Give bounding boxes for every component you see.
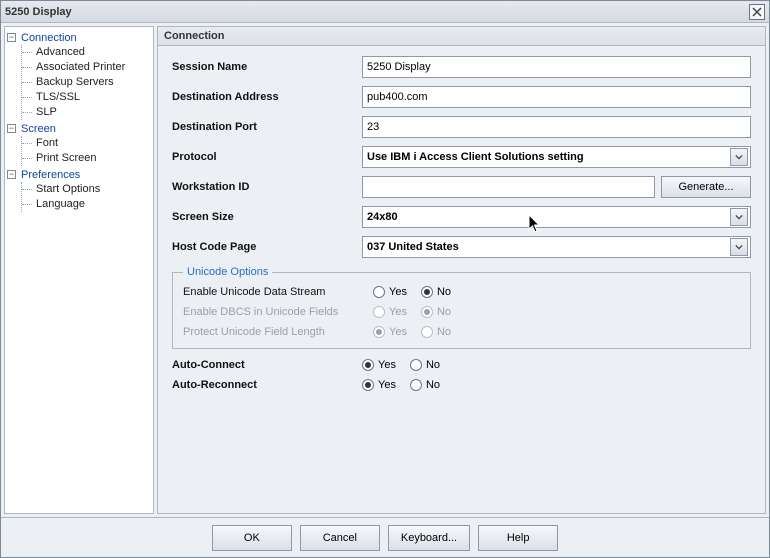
tree-item-connection[interactable]: Connection bbox=[21, 31, 77, 45]
chevron-down-icon bbox=[730, 238, 748, 256]
radio-enable-dbcs-no: No bbox=[421, 306, 451, 318]
dialog-footer: OK Cancel Keyboard... Help bbox=[1, 517, 769, 557]
help-button[interactable]: Help bbox=[478, 525, 558, 551]
close-icon bbox=[752, 7, 762, 17]
tree-item-backup-servers[interactable]: Backup Servers bbox=[22, 75, 151, 90]
radio-group-enable-unicode-stream: Yes No bbox=[373, 286, 451, 298]
nav-tree: − Connection Advanced Associated Printer… bbox=[7, 31, 151, 212]
radio-protect-unicode-length-no: No bbox=[421, 326, 451, 338]
tree-item-advanced[interactable]: Advanced bbox=[22, 45, 151, 60]
host-code-page-select-value: 037 United States bbox=[367, 241, 459, 253]
label-enable-dbcs: Enable DBCS in Unicode Fields bbox=[183, 306, 373, 318]
main-panel: Connection Session Name Destination Addr… bbox=[157, 26, 766, 514]
label-protocol: Protocol bbox=[172, 151, 362, 163]
label-destination-address: Destination Address bbox=[172, 91, 362, 103]
unicode-options-legend: Unicode Options bbox=[183, 266, 272, 278]
titlebar: 5250 Display bbox=[1, 1, 769, 23]
host-code-page-select[interactable]: 037 United States bbox=[362, 236, 751, 258]
tree-item-print-screen[interactable]: Print Screen bbox=[22, 151, 151, 166]
tree-item-language[interactable]: Language bbox=[22, 197, 151, 212]
radio-group-enable-dbcs: Yes No bbox=[373, 306, 451, 318]
tree-item-screen[interactable]: Screen bbox=[21, 122, 56, 136]
generate-button[interactable]: Generate... bbox=[661, 176, 751, 198]
radio-auto-reconnect-yes[interactable]: Yes bbox=[362, 379, 396, 391]
radio-enable-dbcs-yes: Yes bbox=[373, 306, 407, 318]
dialog-window: 5250 Display − Connection Advanced Assoc… bbox=[0, 0, 770, 558]
tree-item-preferences[interactable]: Preferences bbox=[21, 168, 80, 182]
radio-auto-reconnect-no[interactable]: No bbox=[410, 379, 440, 391]
ok-button[interactable]: OK bbox=[212, 525, 292, 551]
cancel-button[interactable]: Cancel bbox=[300, 525, 380, 551]
label-host-code-page: Host Code Page bbox=[172, 241, 362, 253]
label-enable-unicode-stream: Enable Unicode Data Stream bbox=[183, 286, 373, 298]
protocol-select[interactable]: Use IBM i Access Client Solutions settin… bbox=[362, 146, 751, 168]
radio-auto-connect-no[interactable]: No bbox=[410, 359, 440, 371]
tree-item-start-options[interactable]: Start Options bbox=[22, 182, 151, 197]
nav-tree-panel: − Connection Advanced Associated Printer… bbox=[4, 26, 154, 514]
workstation-id-input[interactable] bbox=[362, 176, 655, 198]
label-session-name: Session Name bbox=[172, 61, 362, 73]
chevron-down-icon bbox=[730, 208, 748, 226]
screen-size-select-value: 24x80 bbox=[367, 211, 398, 223]
label-protect-unicode-length: Protect Unicode Field Length bbox=[183, 326, 373, 338]
radio-protect-unicode-length-yes: Yes bbox=[373, 326, 407, 338]
radio-enable-unicode-stream-yes[interactable]: Yes bbox=[373, 286, 407, 298]
tree-item-associated-printer[interactable]: Associated Printer bbox=[22, 60, 151, 75]
chevron-down-icon bbox=[730, 148, 748, 166]
panel-header: Connection bbox=[158, 27, 765, 46]
session-name-input[interactable] bbox=[362, 56, 751, 78]
tree-toggle-screen[interactable]: − bbox=[7, 124, 16, 133]
tree-toggle-connection[interactable]: − bbox=[7, 33, 16, 42]
window-title: 5250 Display bbox=[5, 6, 72, 18]
keyboard-button[interactable]: Keyboard... bbox=[388, 525, 470, 551]
radio-group-protect-unicode-length: Yes No bbox=[373, 326, 451, 338]
label-auto-reconnect: Auto-Reconnect bbox=[172, 379, 362, 391]
destination-port-input[interactable] bbox=[362, 116, 751, 138]
tree-toggle-preferences[interactable]: − bbox=[7, 170, 16, 179]
radio-auto-connect-yes[interactable]: Yes bbox=[362, 359, 396, 371]
screen-size-select[interactable]: 24x80 bbox=[362, 206, 751, 228]
protocol-select-value: Use IBM i Access Client Solutions settin… bbox=[367, 151, 584, 163]
tree-item-font[interactable]: Font bbox=[22, 136, 151, 151]
destination-address-input[interactable] bbox=[362, 86, 751, 108]
tree-item-slp[interactable]: SLP bbox=[22, 105, 151, 120]
label-destination-port: Destination Port bbox=[172, 121, 362, 133]
label-workstation-id: Workstation ID bbox=[172, 181, 362, 193]
tree-item-tls-ssl[interactable]: TLS/SSL bbox=[22, 90, 151, 105]
radio-group-auto-reconnect: Yes No bbox=[362, 379, 440, 391]
label-screen-size: Screen Size bbox=[172, 211, 362, 223]
unicode-options-group: Unicode Options Enable Unicode Data Stre… bbox=[172, 266, 751, 349]
close-button[interactable] bbox=[749, 4, 765, 20]
radio-group-auto-connect: Yes No bbox=[362, 359, 440, 371]
label-auto-connect: Auto-Connect bbox=[172, 359, 362, 371]
radio-enable-unicode-stream-no[interactable]: No bbox=[421, 286, 451, 298]
